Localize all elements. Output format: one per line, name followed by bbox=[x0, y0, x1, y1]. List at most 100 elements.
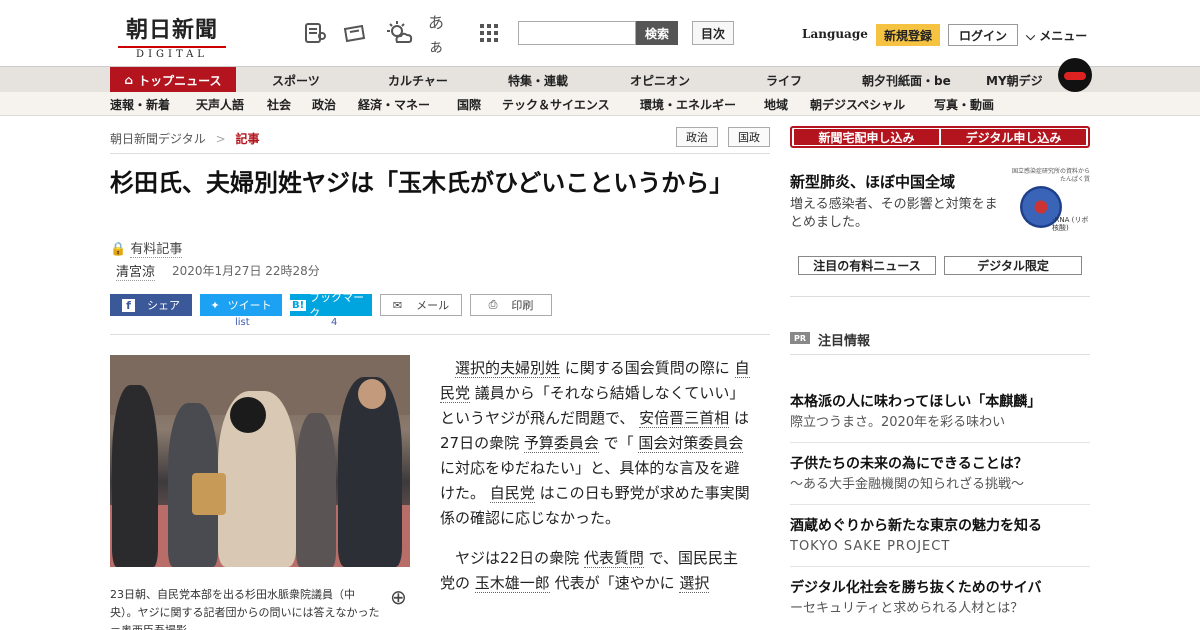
language-link[interactable]: Language bbox=[802, 27, 868, 41]
font-size-icon[interactable]: あぁ bbox=[428, 13, 458, 56]
news-icon[interactable] bbox=[300, 18, 330, 48]
menu-label: メニュー bbox=[1039, 29, 1088, 43]
pr-item-sub: ～ある大手金融機関の知られざる挑戦～ bbox=[790, 477, 1025, 492]
keyword-link[interactable]: 自民党 bbox=[489, 484, 535, 503]
pr-item[interactable]: 酒蔵めぐりから新たな東京の魅力を知る TOKYO SAKE PROJECT bbox=[790, 517, 1090, 556]
tag-national[interactable]: 国政 bbox=[728, 127, 770, 147]
body-text: で「 bbox=[598, 434, 639, 452]
pr-badge: PR bbox=[790, 332, 810, 344]
weather-icon[interactable] bbox=[384, 18, 414, 48]
divider bbox=[790, 296, 1090, 297]
login-button[interactable]: ログイン bbox=[948, 24, 1018, 46]
nav-life[interactable]: ライフ bbox=[766, 67, 802, 93]
ticket-icon[interactable] bbox=[340, 18, 370, 48]
zoom-icon[interactable]: ⊕ bbox=[390, 585, 407, 609]
keyword-link[interactable]: 国会対策委員会 bbox=[638, 434, 744, 453]
print-button[interactable]: ⎙ 印刷 bbox=[470, 294, 552, 316]
primary-nav: ⌂ トップニュース スポーツ カルチャー 特集・連載 オピニオン ライフ 朝夕刊… bbox=[0, 66, 1200, 93]
feature-title[interactable]: 新型肺炎、ほぼ中国全域 bbox=[790, 171, 955, 192]
breadcrumb-home[interactable]: 朝日新聞デジタル bbox=[110, 132, 206, 146]
breadcrumb-current: 記事 bbox=[235, 132, 260, 146]
pr-item-sub: ーセキュリティと求められる人材とは？ bbox=[790, 601, 1024, 616]
lock-icon: 🔒 bbox=[110, 242, 127, 257]
twitter-icon: ✦ bbox=[210, 298, 220, 312]
subscribe-paper-button[interactable]: 新聞宅配申し込み bbox=[794, 129, 939, 145]
mail-share-button[interactable]: ✉ メール bbox=[380, 294, 462, 316]
pr-item-title: 子供たちの未来の為にできることは？ bbox=[790, 456, 1028, 472]
asahi-logo[interactable]: 朝日新聞 DIGITAL bbox=[112, 12, 232, 60]
nav-special[interactable]: 朝デジスペシャル bbox=[810, 92, 905, 116]
body-paragraph: ヤジは22日の衆院 代表質問 で、国民民主党の 玉木雄一郎 代表が「速やかに 選… bbox=[440, 546, 752, 596]
nav-economy[interactable]: 経済・マネー bbox=[358, 92, 430, 116]
tag-politics[interactable]: 政治 bbox=[676, 127, 718, 147]
pr-item-title: デジタル化社会を勝ち抜くためのサイバ bbox=[790, 580, 1042, 596]
grid-icon[interactable] bbox=[474, 18, 504, 48]
nav-my-asadigi[interactable]: MY朝デジ bbox=[986, 67, 1043, 93]
mail-icon: ✉ bbox=[392, 298, 403, 312]
subscribe-digital-button[interactable]: デジタル申し込み bbox=[941, 129, 1086, 145]
menu-button[interactable]: ⌵ メニュー bbox=[1026, 27, 1087, 44]
nav-opinion[interactable]: オピニオン bbox=[630, 67, 690, 93]
keyword-link[interactable]: 玉木雄一郎 bbox=[474, 574, 550, 593]
search-input[interactable] bbox=[518, 21, 636, 45]
chevron-down-icon: ⌵ bbox=[1026, 29, 1036, 43]
paid-badge: 🔒 有料記事 bbox=[110, 238, 183, 258]
paid-news-button[interactable]: 注目の有料ニュース bbox=[798, 256, 936, 275]
nav-features[interactable]: 特集・連載 bbox=[508, 67, 568, 93]
nav-tech[interactable]: テック＆サイエンス bbox=[502, 92, 610, 116]
virus-label: -RNA (リボ核酸) bbox=[1052, 216, 1089, 232]
keyword-link[interactable]: 代表質問 bbox=[583, 549, 644, 568]
body-paragraph: 選択的夫婦別姓 に関する国会質問の際に 自民党 議員から「それなら結婚しなくてい… bbox=[440, 356, 752, 531]
divider bbox=[790, 442, 1090, 443]
keyword-link[interactable]: 予算委員会 bbox=[523, 434, 599, 453]
article-photo[interactable] bbox=[110, 355, 410, 567]
nav-top-news[interactable]: ⌂ トップニュース bbox=[110, 67, 236, 93]
nav-culture[interactable]: カルチャー bbox=[388, 67, 448, 93]
divider bbox=[110, 153, 770, 154]
home-icon: ⌂ bbox=[124, 73, 134, 87]
breadcrumb-separator: > bbox=[215, 132, 226, 146]
nav-photo-video[interactable]: 写真・動画 bbox=[934, 92, 994, 116]
divider bbox=[790, 566, 1090, 567]
site-header: 朝日新聞 DIGITAL あぁ 検索 目次 Language 新規登録 ログイン… bbox=[0, 0, 1200, 66]
virus-illustration[interactable]: 国立感染症研究所の資料から たんぱく質 -RNA (リボ核酸) bbox=[1008, 168, 1090, 236]
twitter-count[interactable]: list bbox=[235, 317, 250, 328]
nav-tenseijingo[interactable]: 天声人語 bbox=[196, 92, 244, 116]
nav-breaking[interactable]: 速報・新着 bbox=[110, 92, 170, 116]
print-icon: ⎙ bbox=[488, 298, 498, 311]
pr-item-title: 酒蔵めぐりから新たな東京の魅力を知る bbox=[790, 518, 1042, 534]
signup-button[interactable]: 新規登録 bbox=[876, 24, 940, 46]
nav-politics[interactable]: 政治 bbox=[312, 92, 336, 116]
print-label: 印刷 bbox=[511, 299, 534, 312]
logo-title: 朝日新聞 bbox=[125, 17, 218, 43]
nav-environment[interactable]: 環境・エネルギー bbox=[640, 92, 736, 116]
search-button[interactable]: 検索 bbox=[636, 21, 678, 45]
pr-item[interactable]: 子供たちの未来の為にできることは？ ～ある大手金融機関の知られざる挑戦～ bbox=[790, 455, 1090, 494]
divider bbox=[790, 354, 1090, 355]
mascot-icon[interactable] bbox=[1058, 58, 1092, 92]
paid-label: 有料記事 bbox=[130, 242, 183, 258]
article-title: 杉田氏、夫婦別姓ヤジは「玉木氏がひどいこというから」 bbox=[110, 169, 734, 197]
pr-item-sub: 際立つうまさ。2020年を彩る味わい bbox=[790, 415, 1006, 430]
feature-text[interactable]: 増える感染者、その影響と対策をまとめました。 bbox=[790, 196, 1005, 232]
author-link[interactable]: 清宮涼 bbox=[116, 261, 156, 281]
pr-item-title: 本格派の人に味わってほしい「本麒麟」 bbox=[790, 394, 1042, 410]
pr-item[interactable]: 本格派の人に味わってほしい「本麒麟」 際立つうまさ。2020年を彩る味わい bbox=[790, 393, 1090, 432]
keyword-link[interactable]: 安倍晋三首相 bbox=[639, 409, 730, 428]
pr-item[interactable]: デジタル化社会を勝ち抜くためのサイバ ーセキュリティと求められる人材とは？ bbox=[790, 579, 1090, 618]
divider bbox=[110, 334, 770, 335]
hatena-count[interactable]: 4 bbox=[331, 317, 337, 328]
facebook-share-button[interactable]: f シェア bbox=[110, 294, 192, 316]
nav-region[interactable]: 地域 bbox=[764, 92, 788, 116]
hatena-bookmark-button[interactable]: B! ブックマーク bbox=[290, 291, 372, 320]
nav-international[interactable]: 国際 bbox=[457, 92, 481, 116]
twitter-share-button[interactable]: ✦ ツイート bbox=[200, 294, 282, 316]
nav-sports[interactable]: スポーツ bbox=[272, 67, 320, 93]
nav-paper[interactable]: 朝夕刊紙面・be bbox=[862, 67, 951, 93]
digital-only-button[interactable]: デジタル限定 bbox=[944, 256, 1082, 275]
keyword-link[interactable]: 選択 bbox=[679, 574, 710, 593]
toc-button[interactable]: 目次 bbox=[692, 21, 734, 45]
nav-society[interactable]: 社会 bbox=[267, 92, 291, 116]
keyword-link[interactable]: 選択的夫婦別姓 bbox=[455, 359, 561, 378]
hatena-label: ブックマーク bbox=[309, 291, 365, 320]
